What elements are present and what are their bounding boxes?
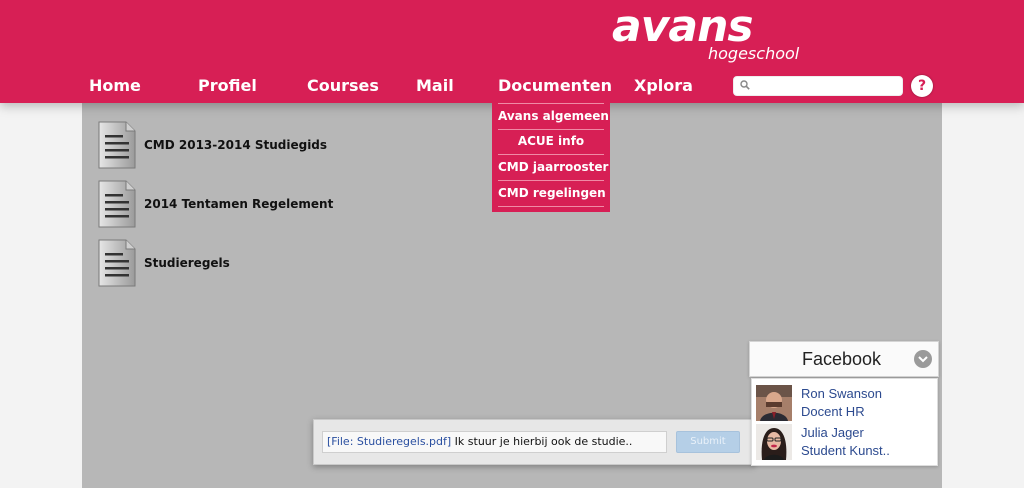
contact-role: Docent HR [801,404,865,419]
document-label: Studieregels [144,256,230,270]
contact-name: Ron Swanson [801,386,882,401]
document-icon [98,121,136,169]
document-item[interactable]: 2014 Tentamen Regelement [98,180,333,228]
document-icon [98,180,136,228]
nav-documenten[interactable]: Documenten [498,76,612,95]
dropdown-item-avans-algemeen[interactable]: Avans algemeen [498,103,609,130]
nav-mail[interactable]: Mail [416,76,454,95]
nav-courses[interactable]: Courses [307,76,379,95]
facebook-contact-list: Ron Swanson Docent HR Julia Jager Studen… [751,378,938,466]
avatar [756,424,792,460]
facebook-panel-title: Facebook [802,349,882,369]
nav-xplora[interactable]: Xplora [634,76,693,95]
document-label: 2014 Tentamen Regelement [144,197,334,211]
top-navigation-bar: avans hogeschool Home Profiel Courses Ma… [0,0,1024,103]
document-item[interactable]: Studieregels [98,239,230,287]
document-label: CMD 2013-2014 Studiegids [144,138,328,152]
chat-message-text: Ik stuur je hierbij ook de studie.. [451,435,633,448]
facebook-panel-header[interactable]: Facebook [749,341,939,377]
chevron-down-icon[interactable] [914,350,932,368]
search-icon [740,80,750,90]
search-box[interactable] [733,76,903,96]
document-item[interactable]: CMD 2013-2014 Studiegids [98,121,327,169]
dropdown-item-cmd-regelingen[interactable]: CMD regelingen [498,181,606,207]
search-input[interactable] [754,78,899,94]
chat-message-input[interactable]: [File: Studieregels.pdf] Ik stuur je hie… [322,431,667,453]
dropdown-item-acue-info[interactable]: ACUE info [498,129,604,155]
avans-logo[interactable]: avans hogeschool [612,2,799,64]
contact-role: Student Kunst.. [801,443,890,458]
contact-item[interactable]: Ron Swanson Docent HR [756,385,936,423]
help-button[interactable]: ? [911,75,933,97]
nav-home[interactable]: Home [89,76,141,95]
avatar [756,385,792,421]
contact-name: Julia Jager [801,425,864,440]
nav-profiel[interactable]: Profiel [198,76,257,95]
attached-file-reference[interactable]: [File: Studieregels.pdf] [327,435,451,448]
dropdown-item-cmd-jaarrooster[interactable]: CMD jaarrooster [498,155,608,181]
contact-item[interactable]: Julia Jager Student Kunst.. [756,424,936,462]
logo-subtitle: hogeschool [708,44,800,63]
submit-button[interactable]: Submit [676,431,740,453]
document-icon [98,239,136,287]
documenten-dropdown-menu: Avans algemeen ACUE info CMD jaarrooster… [492,103,610,212]
chat-compose-bar: [File: Studieregels.pdf] Ik stuur je hie… [313,419,755,465]
